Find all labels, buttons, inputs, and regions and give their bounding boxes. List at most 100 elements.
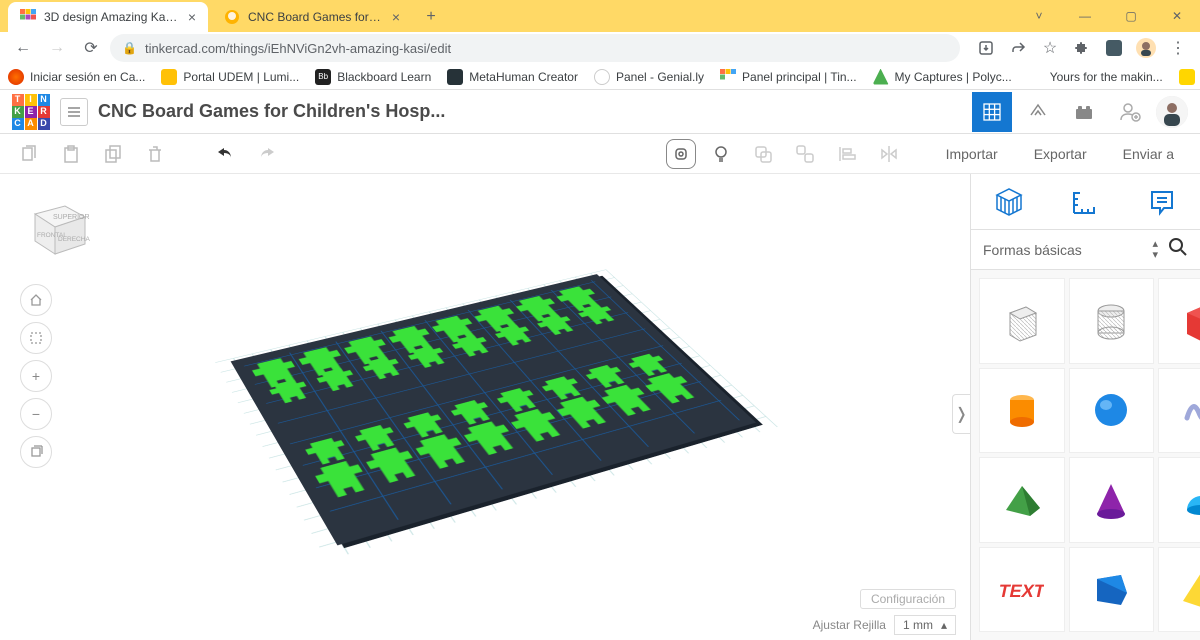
browser-chrome: 3D design Amazing Kasi | Tinkerc × CNC B… (0, 0, 1200, 90)
shape-cylinder-hole[interactable] (1069, 278, 1155, 364)
bookmark-item[interactable]: Iniciar sesión en Ca... (8, 69, 145, 85)
undo-button[interactable] (208, 137, 242, 171)
user-avatar[interactable] (1156, 96, 1188, 128)
share-icon[interactable] (1004, 34, 1032, 62)
favicon-tinkercad (20, 9, 36, 25)
canvas-3d[interactable]: SUPERIOR FRONTAL DERECHA + − (0, 174, 970, 640)
window-controls: ˅ — ▢ ✕ (1016, 0, 1200, 32)
grid-size-select[interactable]: 1 mm ▴ (894, 615, 956, 635)
shape-wedge-blue[interactable] (1069, 547, 1155, 633)
reload-button[interactable]: ⟳ (76, 33, 106, 63)
address-bar[interactable]: 🔒 tinkercad.com/things/iEhNViGn2vh-amazi… (110, 34, 960, 62)
scene (0, 174, 970, 640)
star-icon[interactable]: ☆ (1036, 34, 1064, 62)
back-button[interactable]: ← (8, 33, 38, 63)
bulb-button[interactable] (704, 137, 738, 171)
shape-pyramid-yellow[interactable] (1158, 547, 1200, 633)
shape-box-red[interactable] (1158, 278, 1200, 364)
ext-item[interactable] (1100, 34, 1128, 62)
shapes-category-select[interactable]: Formas básicas ▴▾ (971, 230, 1200, 270)
minimize-icon[interactable]: — (1062, 0, 1108, 32)
shape-cone-purple[interactable] (1069, 457, 1155, 543)
toolbar: Importar Exportar Enviar a (0, 134, 1200, 174)
bookmark-item[interactable]: My Captures | Polyc... (873, 69, 1012, 85)
bookmark-item[interactable]: Panel - Genial.ly (594, 69, 704, 85)
view-3d-button[interactable] (972, 92, 1012, 132)
board-object[interactable] (231, 274, 756, 545)
notes-button[interactable] (666, 139, 696, 169)
duplicate-button[interactable] (96, 137, 130, 171)
config-button[interactable]: Configuración (860, 589, 956, 609)
copy-button[interactable] (12, 137, 46, 171)
redo-button[interactable] (250, 137, 284, 171)
align-button[interactable] (830, 137, 864, 171)
new-tab-button[interactable]: + (416, 2, 446, 32)
select-arrow-icon: ▴ (941, 618, 947, 632)
shape-roof-green[interactable] (979, 457, 1065, 543)
tinkercad-logo[interactable]: TIN KER CAD (12, 94, 50, 130)
tab-close-icon[interactable]: × (188, 9, 196, 25)
import-button[interactable]: Importar (932, 137, 1012, 171)
favicon-instructables (224, 9, 240, 25)
bookmark-item[interactable]: MetaHuman Creator (447, 69, 578, 85)
bookmark-item[interactable]: Yours for the makin... (1028, 69, 1163, 85)
profile-avatar[interactable] (1132, 34, 1160, 62)
browser-tab[interactable]: CNC Board Games for Children's × (212, 2, 412, 32)
shape-scribble[interactable] (1158, 368, 1200, 454)
group-button[interactable] (746, 137, 780, 171)
bookmark-icon (1179, 69, 1195, 85)
bricks-button[interactable] (1064, 92, 1104, 132)
shapes-grid: TEXT (971, 270, 1200, 640)
browser-tab-active[interactable]: 3D design Amazing Kasi | Tinkerc × (8, 2, 208, 32)
bookmark-icon (720, 69, 736, 85)
shape-box[interactable] (979, 278, 1065, 364)
bookmark-item[interactable]: BbBlackboard Learn (315, 69, 431, 85)
send-to-button[interactable]: Enviar a (1109, 137, 1188, 171)
panel-tabs (971, 174, 1200, 230)
svg-text:TEXT: TEXT (1000, 581, 1044, 601)
mirror-button[interactable] (872, 137, 906, 171)
menu-icon[interactable]: ⋮ (1164, 34, 1192, 62)
app-header: TIN KER CAD CNC Board Games for Children… (0, 90, 1200, 134)
shape-sphere[interactable] (1069, 368, 1155, 454)
chevron-down-icon[interactable]: ˅ (1016, 0, 1062, 32)
shape-halfsphere[interactable] (1158, 457, 1200, 543)
bookmark-item[interactable]: Miro | Online White... (1179, 69, 1200, 85)
design-list-icon[interactable] (60, 98, 88, 126)
ruler-tab[interactable] (1065, 182, 1105, 222)
bookmark-icon (594, 69, 610, 85)
tab-strip: 3D design Amazing Kasi | Tinkerc × CNC B… (0, 0, 1200, 32)
select-arrows-icon: ▴▾ (1152, 239, 1158, 261)
shape-text[interactable]: TEXT (979, 547, 1065, 633)
bookmarks-bar: Iniciar sesión en Ca... Portal UDEM | Lu… (0, 64, 1200, 90)
export-button[interactable]: Exportar (1020, 137, 1101, 171)
forward-button[interactable]: → (42, 33, 72, 63)
extensions-icon[interactable] (1068, 34, 1096, 62)
bookmark-icon (1028, 69, 1044, 85)
install-icon[interactable] (972, 34, 1000, 62)
tab-close-icon[interactable]: × (392, 9, 400, 25)
grid-controls: Configuración Ajustar Rejilla 1 mm ▴ (710, 585, 960, 640)
search-icon[interactable] (1168, 237, 1188, 263)
workplane-tab[interactable] (989, 182, 1029, 222)
delete-button[interactable] (138, 137, 172, 171)
grid-label: Ajustar Rejilla (813, 618, 886, 632)
invite-icon[interactable] (1110, 92, 1150, 132)
document-title[interactable]: CNC Board Games for Children's Hosp... (98, 101, 445, 122)
main-area: SUPERIOR FRONTAL DERECHA + − (0, 174, 1200, 640)
bookmark-item[interactable]: Panel principal | Tin... (720, 69, 857, 85)
notes-tab[interactable] (1142, 182, 1182, 222)
close-icon[interactable]: ✕ (1154, 0, 1200, 32)
url-text: tinkercad.com/things/iEhNViGn2vh-amazing… (145, 41, 451, 56)
shape-cylinder-orange[interactable] (979, 368, 1065, 454)
bookmark-icon (873, 69, 889, 85)
bookmark-icon: Bb (315, 69, 331, 85)
collapse-panel-button[interactable]: ❭ (952, 394, 970, 434)
maximize-icon[interactable]: ▢ (1108, 0, 1154, 32)
paste-button[interactable] (54, 137, 88, 171)
bookmark-icon (8, 69, 24, 85)
lock-icon: 🔒 (122, 41, 137, 55)
bookmark-item[interactable]: Portal UDEM | Lumi... (161, 69, 299, 85)
ungroup-button[interactable] (788, 137, 822, 171)
blocks-button[interactable] (1018, 92, 1058, 132)
